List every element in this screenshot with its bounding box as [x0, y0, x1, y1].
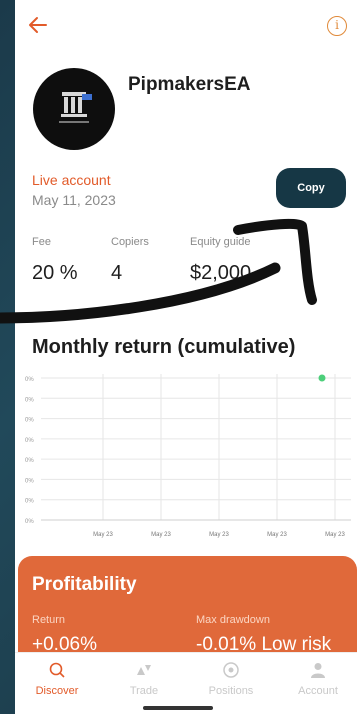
monthly-return-chart: 0% 0% 0% 0% 0% 0% 0% 0% May 23 May 23 May 23 May 23…	[15, 368, 357, 546]
nav-account-label: Account	[298, 685, 338, 697]
positions-icon	[197, 661, 265, 683]
x-tick-label: May 23	[151, 532, 171, 538]
fee-value: 20 %	[32, 262, 78, 284]
equity-guide-label: Equity guide	[190, 236, 251, 248]
max-drawdown-label: Max drawdown	[196, 614, 270, 626]
data-point	[318, 374, 326, 382]
y-tick-label: 0%	[25, 478, 34, 484]
y-tick-label: 0%	[25, 499, 34, 505]
x-tick-label: May 23	[267, 532, 287, 538]
x-tick-label: May 23	[209, 532, 229, 538]
nav-account[interactable]: Account	[284, 653, 352, 701]
y-tick-label: 0%	[25, 438, 34, 444]
nav-positions-label: Positions	[208, 685, 254, 697]
return-label: Return	[32, 614, 66, 626]
nav-positions[interactable]: Positions	[197, 653, 265, 701]
profitability-title: Profitability	[32, 574, 137, 595]
account-type: Live account	[32, 172, 111, 188]
search-icon	[23, 661, 91, 683]
nav-discover[interactable]: Discover	[23, 653, 91, 701]
nav-discover-label: Discover	[35, 685, 79, 697]
equity-guide-value: $2,000	[190, 262, 252, 284]
account-date: May 11, 2023	[32, 192, 116, 208]
copiers-label: Copiers	[111, 236, 149, 248]
fee-label: Fee	[32, 236, 51, 248]
y-tick-label: 0%	[25, 519, 34, 525]
trade-icon	[110, 661, 178, 683]
nav-trade-label: Trade	[129, 685, 159, 697]
x-tick-label: May 23	[93, 532, 113, 538]
x-tick-label: May 23	[325, 532, 345, 538]
home-indicator	[143, 706, 213, 710]
y-tick-label: 0%	[25, 377, 34, 383]
y-tick-label: 0%	[25, 458, 34, 464]
phone-screen: i PipmakersEA Live account May 11, 2023 …	[15, 0, 357, 714]
nav-trade[interactable]: Trade	[110, 653, 178, 701]
avatar	[33, 68, 115, 150]
top-bar: i	[15, 0, 357, 52]
account-icon	[284, 661, 352, 683]
info-icon[interactable]: i	[327, 16, 347, 36]
y-tick-label: 0%	[25, 418, 34, 424]
copiers-value: 4	[111, 262, 123, 284]
monthly-return-title: Monthly return (cumulative)	[32, 336, 296, 358]
arrow-left-icon[interactable]	[27, 14, 51, 38]
copy-button[interactable]: Copy	[276, 168, 346, 208]
bottom-nav: Discover Trade Positions Account	[15, 652, 357, 700]
y-tick-label: 0%	[25, 397, 34, 403]
trader-name: PipmakersEA	[128, 74, 251, 95]
